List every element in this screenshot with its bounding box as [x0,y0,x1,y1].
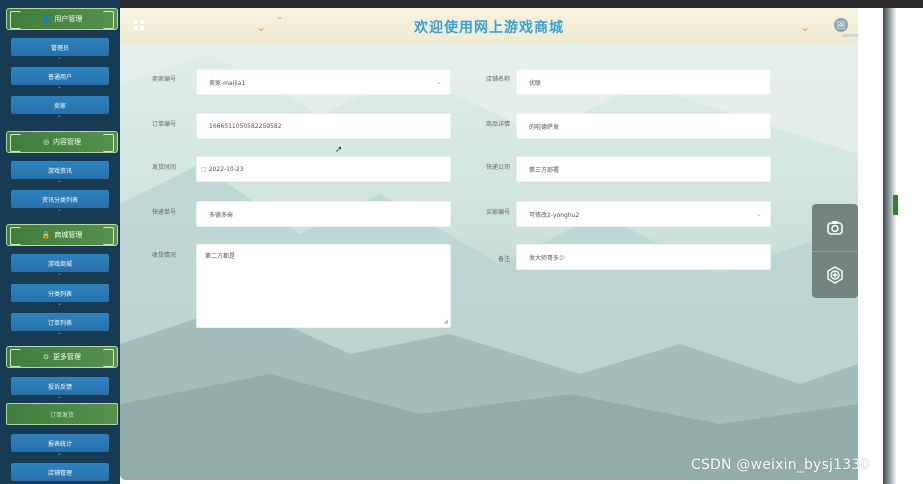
order-no-field[interactable]: 1666511050582259582 [196,113,451,139]
caret-icon: ⌄ [57,300,63,307]
chevron-right-icon[interactable]: › [869,231,881,266]
seller-id-value: 卖家-maijia1 [209,79,246,87]
caret-icon: ⌄ [57,112,63,119]
order-no-value: 1666511050582259582 [209,122,282,130]
sidebar-item-complaints[interactable]: 投诉反馈 ⌄ [11,377,109,400]
shop-name-field[interactable]: 优联 [516,69,771,95]
menu-group-shop[interactable]: 🔒 商城管理 [6,224,118,246]
scroll-marker [893,195,898,215]
bird-decoration-icon: ⌄ [800,20,811,34]
avatar[interactable]: 🖼 [834,18,862,37]
sidebar-item-label: 投诉反馈 [47,383,72,391]
scrollbar[interactable] [883,8,896,484]
tracking-no-value: 多德多肏 [209,211,234,219]
remark-label: 备注 [497,256,510,263]
sidebar-item-label: 卖家 [53,102,66,110]
watermark: CSDN @weixin_bysj1330 [691,457,870,473]
courier-label: 快递公司 [485,164,510,171]
product-detail-field[interactable]: 的啦德萨发 [516,113,771,139]
mouse-cursor-icon: ➚ [335,145,343,155]
sidebar-item-admin[interactable]: 管理员 ⌄ [11,38,109,61]
caret-icon: ⌄ [57,206,63,213]
courier-field[interactable]: 第三方部署 [516,156,771,182]
sidebar-item-label: 游戏资讯 [47,167,72,175]
buyer-id-select[interactable]: 可修改2-yonghu2 ⌄ [516,201,771,227]
sidebar-item-label: 分类列表 [47,290,72,298]
sidebar-item-news-category[interactable]: 资讯分类列表 ⌄ [11,190,109,213]
shop-name-value: 优联 [529,79,542,87]
sidebar-item-game-shop[interactable]: 游戏商城 ⌄ [11,254,109,277]
main-content: 卖家编号 卖家-maijia1 ⌄ 店铺名称 优联 订单编号 166651105… [120,44,858,480]
sidebar-item-label: 资讯分类列表 [41,196,78,204]
order-no-label: 订单编号 [151,121,176,128]
top-bar [120,0,923,8]
menu-group-label: 用户管理 [54,15,83,23]
sidebar-item-category-list[interactable]: 分类列表 ⌄ [11,284,109,307]
menu-group-label: 更多管理 [52,353,81,361]
tracking-no-label: 快递单号 [151,209,176,216]
sidebar-item-game-news[interactable]: 游戏资讯 ⌄ [11,161,109,184]
more-icon: ⊙ [43,353,49,361]
sidebar-item-label: 普通用户 [47,73,72,81]
image-icon: 🖼 [836,21,846,29]
calendar-icon: ▢ [201,165,207,173]
caret-icon: ⌄ [57,270,63,277]
menu-group-users[interactable]: 👤 用户管理 [6,8,118,30]
menu-group-label: 商城管理 [54,231,83,239]
receive-status-textarea[interactable]: 第二方都是 ◢ [196,244,451,328]
tracking-no-field[interactable]: 多德多肏 [196,201,451,227]
menu-group-label: 内容管理 [53,138,82,146]
ship-time-label: 发货时间 [151,164,176,171]
sidebar-item-label: 订单列表 [47,319,72,327]
sidebar-item-label: 报表统计 [47,440,72,448]
menu-group-content[interactable]: ◎ 内容管理 [6,131,118,153]
remark-value: 发大师哥多少 [529,254,566,262]
seller-id-select[interactable]: 卖家-maijia1 ⌄ [196,69,451,95]
chevron-down-icon: ⌄ [756,210,762,218]
menu-group-more[interactable]: ⊙ 更多管理 [6,346,118,368]
caret-icon: ⌄ [57,450,63,457]
ship-time-value: 2022-10-23 [208,165,244,173]
buyer-id-value: 可修改2-yonghu2 [529,211,580,219]
sidebar-item-label: 店铺管理 [47,469,72,477]
ship-time-datepicker[interactable]: ▢ 2022-10-23 [196,156,451,182]
receive-status-label: 收货情况 [151,252,176,259]
resize-handle-icon[interactable]: ◢ [443,318,448,325]
sidebar-item-order-shipping[interactable]: 订单发货 [6,403,118,425]
shop-name-label: 店铺名称 [485,76,510,83]
buyer-id-label: 买家编号 [485,209,510,216]
caret-icon: ⌄ [57,54,63,61]
chat-icon: ◎ [42,138,50,146]
sidebar-item-label: 管理员 [50,44,69,52]
caret-icon: ⌄ [57,393,63,400]
receive-status-value: 第二方都是 [205,253,236,260]
sidebar-item-shop-manage[interactable]: 店铺管理 [11,463,109,481]
seller-id-label: 卖家编号 [151,76,176,83]
sidebar-item-order-list[interactable]: 订单列表 ⌄ [11,313,109,336]
sidebar-item-label: 订单发货 [49,411,74,419]
sidebar-item-normal-users[interactable]: 普通用户 ⌄ [11,67,109,90]
product-detail-value: 的啦德萨发 [529,123,560,131]
page-title: 欢迎使用网上游戏商城 [414,20,564,36]
product-detail-label: 商品详情 [485,121,510,128]
courier-value: 第三方部署 [529,166,560,174]
caret-icon: ⌄ [57,177,63,184]
remark-field[interactable]: 发大师哥多少 [516,244,771,270]
camera-icon[interactable] [812,204,858,251]
caret-icon: ⌄ [57,329,63,336]
sidebar: 👤 用户管理 管理员 ⌄ 普通用户 ⌄ 卖家 ⌄ ◎ 内容管理 游戏资讯 ⌄ 资讯分类列… [0,0,120,484]
badge-plus-icon[interactable] [812,251,858,298]
caret-icon: ⌄ [57,83,63,90]
sidebar-item-sellers[interactable]: 卖家 ⌄ [11,96,109,119]
lock-icon: 🔒 [41,231,51,239]
floating-toolbar [812,204,858,298]
header: ⌄ ⌄ 欢迎使用网上游戏商城 ⌄ 🖼 [120,8,862,44]
user-icon: 👤 [41,15,51,23]
sidebar-item-reports[interactable]: 报表统计 ⌄ [11,434,109,457]
sidebar-item-label: 游戏商城 [47,260,72,268]
